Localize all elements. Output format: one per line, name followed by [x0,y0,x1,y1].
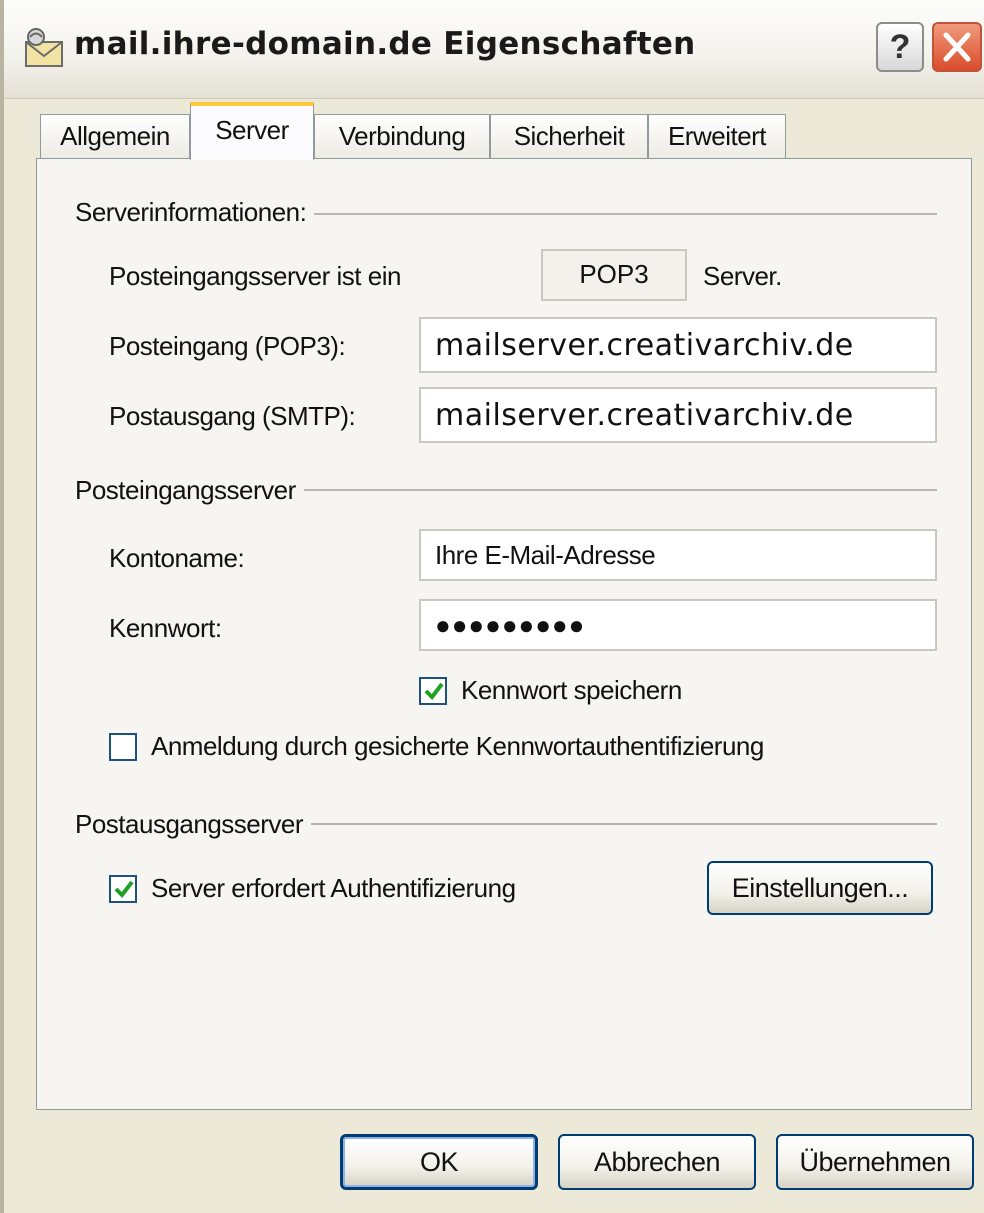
settings-button[interactable]: Einstellungen... [707,861,933,915]
tab-erweitert[interactable]: Erweitert [648,114,786,158]
ok-button[interactable]: OK [340,1134,538,1190]
account-name-label: Kontoname: [109,543,245,573]
close-icon [943,32,971,62]
cancel-button[interactable]: Abbrechen [558,1134,756,1190]
apply-button[interactable]: Übernehmen [776,1134,974,1190]
auth-required-label[interactable]: Server erfordert Authentifizierung [151,873,516,904]
tab-server[interactable]: Server [190,102,314,160]
account-name-input[interactable]: Ihre E-Mail-Adresse [419,529,937,581]
window-title: mail.ihre-domain.de Eigenschaften [74,26,696,62]
spa-checkbox[interactable] [109,733,137,761]
outgoing-server-label: Postausgang (SMTP): [109,401,356,431]
group-title-server-info: Serverinformationen: [75,197,315,228]
tab-allgemein[interactable]: Allgemein [40,114,190,158]
mail-account-icon [25,28,63,67]
incoming-server-input[interactable]: mailserver.creativarchiv.de [419,317,937,373]
incoming-type-value: POP3 [541,249,687,301]
tab-panel-server: Serverinformationen: Posteingangsserver … [36,158,972,1110]
tab-strip: Allgemein Server Verbindung Sicherheit E… [4,100,984,160]
incoming-server-label: Posteingang (POP3): [109,331,346,361]
incoming-type-label: Posteingangsserver ist ein [109,261,401,291]
outgoing-server-input[interactable]: mailserver.creativarchiv.de [419,387,937,443]
checkmark-icon [114,880,134,899]
password-input[interactable]: ●●●●●●●●● [419,599,937,651]
help-button[interactable]: ? [876,22,924,72]
remember-password-checkbox[interactable] [419,677,447,705]
tab-sicherheit[interactable]: Sicherheit [490,114,648,158]
group-title-incoming-server: Posteingangsserver [75,475,304,506]
auth-required-checkbox[interactable] [109,875,137,903]
tab-verbindung[interactable]: Verbindung [314,114,490,158]
properties-dialog: mail.ihre-domain.de Eigenschaften ? Allg… [0,0,984,1213]
spa-label[interactable]: Anmeldung durch gesicherte Kennwortauthe… [151,731,764,762]
close-button[interactable] [932,22,982,72]
group-title-outgoing-server: Postausgangsserver [75,809,312,840]
incoming-type-suffix: Server. [703,261,782,291]
checkmark-icon [424,682,444,701]
remember-password-label[interactable]: Kennwort speichern [461,675,682,706]
password-label: Kennwort: [109,613,222,643]
title-bar[interactable]: mail.ihre-domain.de Eigenschaften ? [4,0,984,99]
